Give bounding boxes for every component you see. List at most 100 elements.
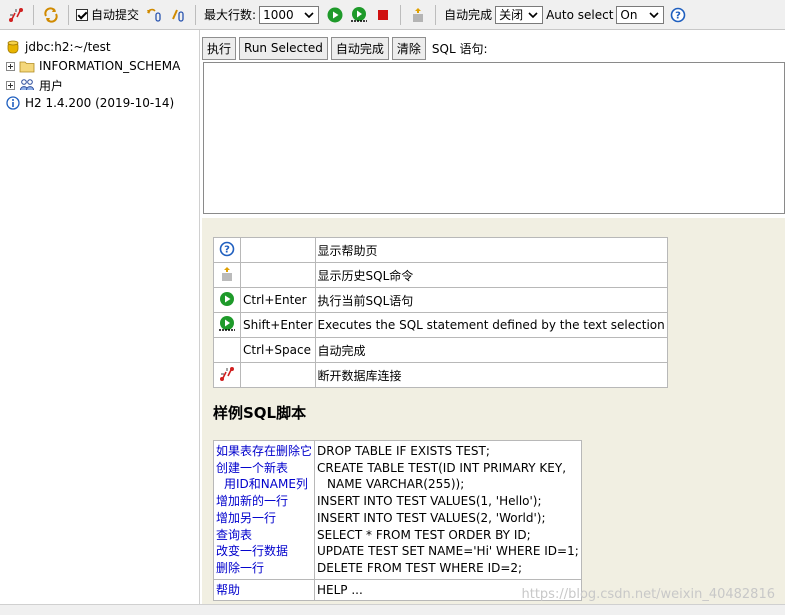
chevron-down-icon bbox=[647, 8, 661, 22]
history-icon[interactable] bbox=[408, 5, 428, 25]
sample-sql-line: SELECT * FROM TEST ORDER BY ID; bbox=[317, 527, 531, 542]
toolbar-separator bbox=[33, 4, 34, 25]
auto-complete-select[interactable]: 关闭 bbox=[495, 5, 544, 24]
shortcut-key bbox=[240, 237, 316, 263]
table-row: Ctrl+Enter 执行当前SQL语句 bbox=[213, 287, 668, 313]
run-selected-icon[interactable] bbox=[218, 315, 236, 336]
auto-commit-label: 自动提交 bbox=[91, 8, 140, 22]
max-rows-select[interactable]: 1000 bbox=[259, 5, 320, 24]
tree-version: H2 1.4.200 (2019-10-14) bbox=[5, 94, 174, 112]
version-text: H2 1.4.200 (2019-10-14) bbox=[25, 96, 175, 110]
watermark: https://blog.csdn.net/weixin_40482816 bbox=[521, 587, 775, 602]
table-row: Ctrl+Space 自动完成 bbox=[213, 337, 668, 363]
max-rows-value: 1000 bbox=[263, 7, 294, 22]
folder-icon bbox=[19, 58, 35, 74]
sample-sql-table: 如果表存在删除它 创建一个新表 用ID和NAME列 增加新的一行 增加另一行 查… bbox=[212, 440, 582, 602]
max-rows-label: 最大行数: bbox=[204, 8, 257, 22]
toolbar-separator bbox=[400, 4, 402, 25]
users-icon bbox=[19, 77, 35, 93]
query-toolbar: 执行 Run Selected 自动完成 清除 SQL 语句: bbox=[202, 36, 488, 60]
auto-select-select[interactable]: On bbox=[616, 5, 665, 24]
sample-link-help[interactable]: 帮助 bbox=[216, 582, 312, 599]
help-icon[interactable]: ? bbox=[668, 5, 688, 25]
sample-link-insert-another-row[interactable]: 增加另一行 bbox=[216, 510, 312, 527]
sample-link-delete[interactable]: 删除一行 bbox=[216, 560, 312, 577]
table-row: Shift+Enter Executes the SQL statement d… bbox=[213, 312, 668, 338]
sample-sql-line: INSERT INTO TEST VALUES(1, 'Hello'); bbox=[317, 494, 542, 509]
expand-icon[interactable] bbox=[6, 80, 15, 90]
tree-item-label: 用户 bbox=[39, 78, 64, 93]
expand-icon[interactable] bbox=[6, 61, 15, 71]
chevron-down-icon bbox=[302, 8, 316, 22]
sample-sql-line: UPDATE TEST SET NAME='Hi' WHERE ID=1; bbox=[317, 544, 579, 559]
database-icon bbox=[5, 39, 21, 55]
run-selected-icon[interactable] bbox=[349, 5, 369, 25]
sample-sql-title: 样例SQL脚本 bbox=[213, 404, 307, 422]
svg-text:?: ? bbox=[224, 244, 230, 255]
history-icon[interactable] bbox=[219, 266, 235, 285]
sample-link-drop-table[interactable]: 如果表存在删除它 bbox=[216, 443, 312, 460]
connection-url: jdbc:h2:~/test bbox=[25, 40, 111, 54]
sample-sql-line: CREATE TABLE TEST(ID INT PRIMARY KEY, bbox=[317, 460, 567, 475]
table-row: 如果表存在删除它 创建一个新表 用ID和NAME列 增加新的一行 增加另一行 查… bbox=[212, 440, 582, 580]
disconnect-icon[interactable] bbox=[219, 366, 235, 385]
shortcut-key bbox=[240, 362, 316, 388]
table-row: 显示历史SQL命令 bbox=[213, 262, 668, 288]
tree-item-label: INFORMATION_SCHEMA bbox=[39, 59, 181, 73]
sample-link-create-table[interactable]: 创建一个新表 bbox=[216, 460, 312, 477]
sample-link-insert-row[interactable]: 增加新的一行 bbox=[216, 493, 312, 510]
shortcut-desc: Executes the SQL statement defined by th… bbox=[314, 312, 668, 338]
tree-connection[interactable]: jdbc:h2:~/test bbox=[5, 38, 111, 56]
auto-commit-checkbox[interactable] bbox=[76, 8, 88, 21]
tree-item-information-schema[interactable]: INFORMATION_SCHEMA bbox=[0, 57, 180, 75]
run-icon[interactable] bbox=[219, 291, 235, 310]
refresh-icon[interactable] bbox=[41, 5, 61, 25]
shortcut-desc: 显示历史SQL命令 bbox=[314, 262, 668, 288]
commit-icon[interactable] bbox=[168, 5, 188, 25]
sample-link-id-name-columns[interactable]: 用ID和NAME列 bbox=[216, 476, 312, 493]
table-row: 断开数据库连接 bbox=[213, 362, 668, 388]
info-icon bbox=[5, 95, 21, 111]
auto-complete-value: 关闭 bbox=[499, 8, 524, 22]
shortcut-desc: 执行当前SQL语句 bbox=[314, 287, 668, 313]
toolbar-separator bbox=[435, 4, 437, 25]
run-icon[interactable] bbox=[325, 5, 345, 25]
toolbar-separator bbox=[195, 4, 197, 25]
toolbar: 自动提交 最大行数: 1000 自动完成 关闭 Auto select On ? bbox=[0, 0, 785, 30]
tree-item-users[interactable]: 用户 bbox=[0, 76, 63, 94]
toolbar-separator bbox=[68, 4, 69, 25]
sample-link-select[interactable]: 查询表 bbox=[216, 527, 312, 544]
shortcut-key: Ctrl+Space bbox=[240, 337, 316, 363]
help-icon[interactable]: ? bbox=[219, 241, 235, 260]
shortcut-key: Ctrl+Enter bbox=[240, 287, 316, 313]
auto-complete-label: 自动完成 bbox=[444, 8, 493, 22]
schema-tree: jdbc:h2:~/test INFORMATION_SCHEMA 用户 H2 … bbox=[0, 30, 200, 604]
auto-complete-button[interactable]: 自动完成 bbox=[330, 36, 389, 60]
run-selected-button[interactable]: Run Selected bbox=[239, 36, 328, 60]
shortcut-desc: 自动完成 bbox=[314, 337, 668, 363]
auto-select-value: On bbox=[620, 7, 638, 22]
result-panel: ? 显示帮助页 显示历史SQL命令 Ctrl+Enter 执行当前SQL语句 S… bbox=[202, 218, 785, 604]
sample-link-update[interactable]: 改变一行数据 bbox=[216, 543, 312, 560]
execute-button[interactable]: 执行 bbox=[202, 36, 237, 60]
sample-sql-line: DROP TABLE IF EXISTS TEST; bbox=[317, 444, 490, 458]
auto-select-label: Auto select bbox=[546, 7, 614, 22]
stop-icon[interactable] bbox=[373, 5, 393, 25]
table-row: ? 显示帮助页 bbox=[213, 237, 668, 263]
shortcut-desc: 断开数据库连接 bbox=[314, 362, 668, 388]
disconnect-icon[interactable] bbox=[6, 5, 26, 25]
clear-button[interactable]: 清除 bbox=[391, 36, 426, 60]
sql-label: SQL 语句: bbox=[431, 41, 488, 56]
sample-sql-line: DELETE FROM TEST WHERE ID=2; bbox=[317, 560, 523, 575]
chevron-down-icon bbox=[526, 8, 540, 22]
svg-text:?: ? bbox=[676, 10, 682, 21]
rollback-icon[interactable] bbox=[144, 5, 164, 25]
shortcut-key bbox=[240, 262, 316, 288]
shortcut-table: ? 显示帮助页 显示历史SQL命令 Ctrl+Enter 执行当前SQL语句 S… bbox=[213, 237, 668, 388]
shortcut-key: Shift+Enter bbox=[240, 312, 316, 338]
shortcut-desc: 显示帮助页 bbox=[314, 237, 668, 263]
sample-sql-line: INSERT INTO TEST VALUES(2, 'World'); bbox=[317, 510, 546, 525]
status-strip bbox=[0, 604, 785, 615]
sample-sql-line: NAME VARCHAR(255)); bbox=[327, 477, 465, 492]
sql-editor[interactable] bbox=[203, 62, 785, 214]
